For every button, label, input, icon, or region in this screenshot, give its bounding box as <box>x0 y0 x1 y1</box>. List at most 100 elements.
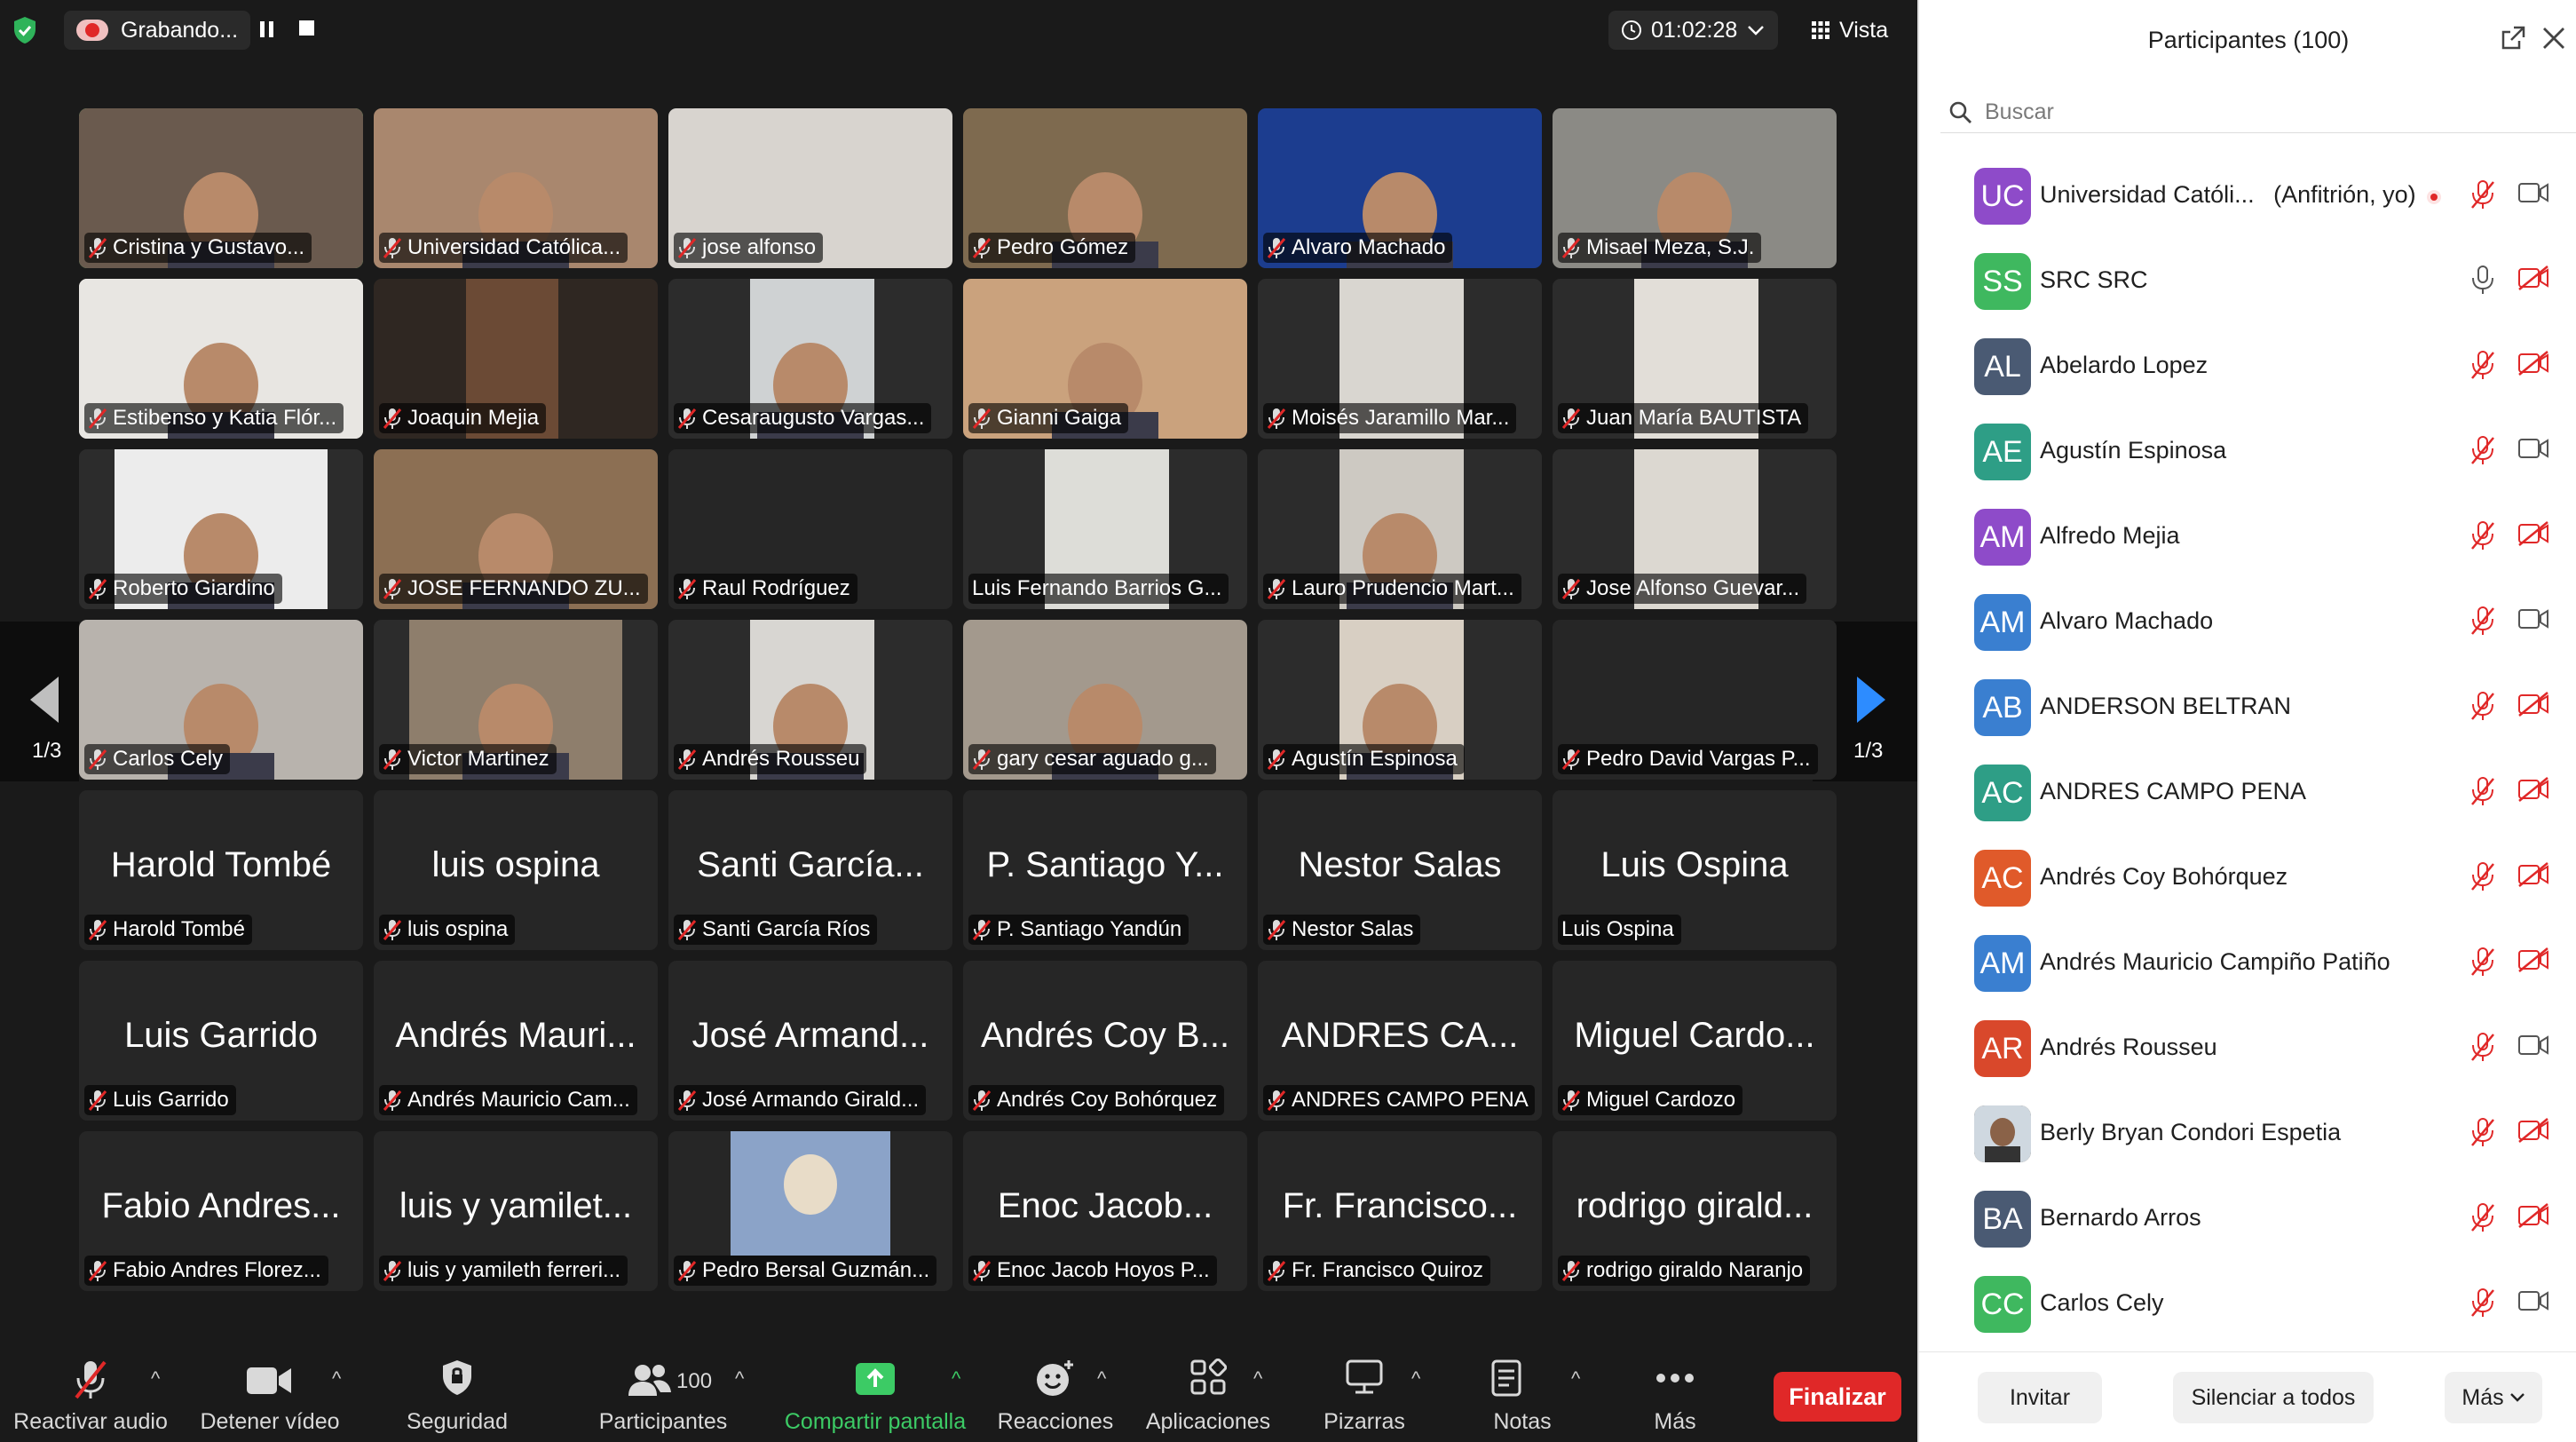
mic-off-icon[interactable] <box>2469 1288 2496 1322</box>
participant-video-tile[interactable]: Enoc Jacob... Enoc Jacob Hoyos P... <box>963 1131 1247 1291</box>
next-page-arrow-icon[interactable] <box>1855 675 1887 729</box>
share-screen-button[interactable]: ^ Compartir pantalla <box>770 1346 980 1442</box>
participant-video-tile[interactable]: Misael Meza, S.J. <box>1553 108 1837 268</box>
notes-button[interactable]: ^ Notas <box>1456 1346 1589 1442</box>
mute-all-button[interactable]: Silenciar a todos <box>2173 1372 2374 1423</box>
participant-video-tile[interactable]: JOSE FERNANDO ZU... <box>374 449 658 609</box>
participant-video-tile[interactable]: Carlos Cely <box>79 620 363 780</box>
close-icon[interactable] <box>2540 25 2567 56</box>
participant-video-tile[interactable]: Andrés Rousseu <box>668 620 952 780</box>
prev-page-arrow-icon[interactable] <box>28 675 60 729</box>
participant-row[interactable]: AL Abelardo Lopez <box>1919 323 2576 408</box>
camera-off-icon[interactable] <box>2517 691 2549 722</box>
participant-video-tile[interactable]: Roberto Giardino <box>79 449 363 609</box>
panel-more-button[interactable]: Más <box>2445 1372 2542 1423</box>
stop-recording-icon[interactable] <box>298 20 316 37</box>
participant-row[interactable]: Berly Bryan Condori Espetia <box>1919 1090 2576 1176</box>
participant-video-tile[interactable]: Santi García... Santi García Ríos <box>668 790 952 950</box>
whiteboards-button[interactable]: ^ Pizarras <box>1298 1346 1431 1442</box>
participant-video-tile[interactable]: jose alfonso <box>668 108 952 268</box>
participant-video-tile[interactable]: Juan María BAUTISTA <box>1553 279 1837 439</box>
participant-row[interactable]: UC Universidad Católi... (Anfitrión, yo) <box>1919 153 2576 238</box>
participant-row[interactable]: AR Andrés Rousseu <box>1919 1005 2576 1090</box>
participant-video-tile[interactable]: P. Santiago Y... P. Santiago Yandún <box>963 790 1247 950</box>
camera-icon[interactable] <box>2517 435 2549 466</box>
camera-off-icon[interactable] <box>2517 265 2549 296</box>
camera-off-icon[interactable] <box>2517 947 2549 978</box>
participant-video-tile[interactable]: ANDRES CA... ANDRES CAMPO PENA <box>1258 961 1542 1121</box>
participant-row[interactable]: BA Bernardo Arros <box>1919 1176 2576 1261</box>
camera-icon[interactable] <box>2517 1288 2549 1319</box>
participant-video-tile[interactable]: Luis Garrido Luis Garrido <box>79 961 363 1121</box>
camera-off-icon[interactable] <box>2517 1117 2549 1148</box>
camera-off-icon[interactable] <box>2517 520 2549 551</box>
mic-off-icon[interactable] <box>2469 1202 2496 1237</box>
participant-video-tile[interactable]: Pedro Bersal Guzmán... <box>668 1131 952 1291</box>
participant-video-tile[interactable]: Gianni Gaiga <box>963 279 1247 439</box>
camera-icon[interactable] <box>2517 179 2549 210</box>
participant-video-tile[interactable]: Cesaraugusto Vargas... <box>668 279 952 439</box>
participant-video-tile[interactable]: Estibenso y Katia Flór... <box>79 279 363 439</box>
participant-row[interactable]: CC Carlos Cely <box>1919 1261 2576 1346</box>
mic-off-icon[interactable] <box>2469 350 2496 384</box>
mic-off-icon[interactable] <box>2469 1117 2496 1152</box>
participant-row[interactable]: AB ANDERSON BELTRAN <box>1919 664 2576 749</box>
participant-video-tile[interactable]: Pedro Gómez <box>963 108 1247 268</box>
popout-icon[interactable] <box>2500 25 2526 56</box>
participant-video-tile[interactable]: Raul Rodríguez <box>668 449 952 609</box>
participant-row[interactable]: AM Andrés Mauricio Campiño Patiño <box>1919 920 2576 1005</box>
view-button[interactable]: Vista <box>1811 11 1888 50</box>
participant-row[interactable]: AC Andrés Coy Bohórquez <box>1919 835 2576 920</box>
participant-search[interactable] <box>1940 92 2576 133</box>
participant-video-tile[interactable]: Universidad Católica... <box>374 108 658 268</box>
apps-button[interactable]: ^ Aplicaciones <box>1138 1346 1278 1442</box>
participant-video-tile[interactable]: Fabio Andres... Fabio Andres Florez... <box>79 1131 363 1291</box>
participant-video-tile[interactable]: Agustín Espinosa <box>1258 620 1542 780</box>
participant-video-tile[interactable]: luis y yamilet... luis y yamileth ferreri… <box>374 1131 658 1291</box>
unmute-button[interactable]: ^ Reactivar audio <box>0 1346 181 1442</box>
participant-video-tile[interactable]: Alvaro Machado <box>1258 108 1542 268</box>
mic-off-icon[interactable] <box>2469 606 2496 640</box>
participant-video-tile[interactable]: Luis Fernando Barrios G... <box>963 449 1247 609</box>
pause-recording-icon[interactable] <box>259 20 275 39</box>
participant-video-tile[interactable]: Miguel Cardo... Miguel Cardozo <box>1553 961 1837 1121</box>
participant-row[interactable]: AE Agustín Espinosa <box>1919 408 2576 494</box>
participant-video-tile[interactable]: gary cesar aguado g... <box>963 620 1247 780</box>
stop-video-button[interactable]: ^ Detener vídeo <box>183 1346 357 1442</box>
camera-icon[interactable] <box>2517 606 2549 637</box>
participant-row[interactable]: AM Alfredo Mejia <box>1919 494 2576 579</box>
participant-row[interactable]: SS SRC SRC <box>1919 238 2576 323</box>
camera-icon[interactable] <box>2517 1032 2549 1063</box>
security-button[interactable]: Seguridad <box>391 1346 524 1442</box>
mic-off-icon[interactable] <box>2469 861 2496 896</box>
participant-video-tile[interactable]: Cristina y Gustavo... <box>79 108 363 268</box>
mic-icon[interactable] <box>2469 265 2496 299</box>
camera-off-icon[interactable] <box>2517 350 2549 381</box>
participant-video-tile[interactable]: Luis Ospina Luis Ospina <box>1553 790 1837 950</box>
camera-off-icon[interactable] <box>2517 861 2549 892</box>
participant-video-tile[interactable]: Lauro Prudencio Mart... <box>1258 449 1542 609</box>
mic-off-icon[interactable] <box>2469 435 2496 470</box>
participant-row[interactable]: AM Alvaro Machado <box>1919 579 2576 664</box>
reactions-button[interactable]: ^ Reacciones <box>989 1346 1122 1442</box>
mic-off-icon[interactable] <box>2469 776 2496 811</box>
mic-off-icon[interactable] <box>2469 520 2496 555</box>
participant-row[interactable]: AC ANDRES CAMPO PENA <box>1919 749 2576 835</box>
more-button[interactable]: Más <box>1608 1346 1742 1442</box>
participants-button[interactable]: 100 ^ Participantes <box>568 1346 758 1442</box>
participant-video-tile[interactable]: Andrés Mauri... Andrés Mauricio Cam... <box>374 961 658 1121</box>
participant-video-tile[interactable]: Pedro David Vargas P... <box>1553 620 1837 780</box>
participant-video-tile[interactable]: Joaquin Mejia <box>374 279 658 439</box>
participant-video-tile[interactable]: rodrigo girald... rodrigo giraldo Naranjo <box>1553 1131 1837 1291</box>
participant-video-tile[interactable]: Nestor Salas Nestor Salas <box>1258 790 1542 950</box>
participant-video-tile[interactable]: Jose Alfonso Guevar... <box>1553 449 1837 609</box>
participant-video-tile[interactable]: Harold Tombé Harold Tombé <box>79 790 363 950</box>
search-input[interactable] <box>1985 99 2517 125</box>
participant-video-tile[interactable]: luis ospina luis ospina <box>374 790 658 950</box>
camera-off-icon[interactable] <box>2517 1202 2549 1233</box>
participant-video-tile[interactable]: José Armand... José Armando Girald... <box>668 961 952 1121</box>
mic-off-icon[interactable] <box>2469 691 2496 725</box>
participant-video-tile[interactable]: Victor Martinez <box>374 620 658 780</box>
participant-video-tile[interactable]: Fr. Francisco... Fr. Francisco Quiroz <box>1258 1131 1542 1291</box>
recording-indicator[interactable]: Grabando... <box>64 11 251 50</box>
